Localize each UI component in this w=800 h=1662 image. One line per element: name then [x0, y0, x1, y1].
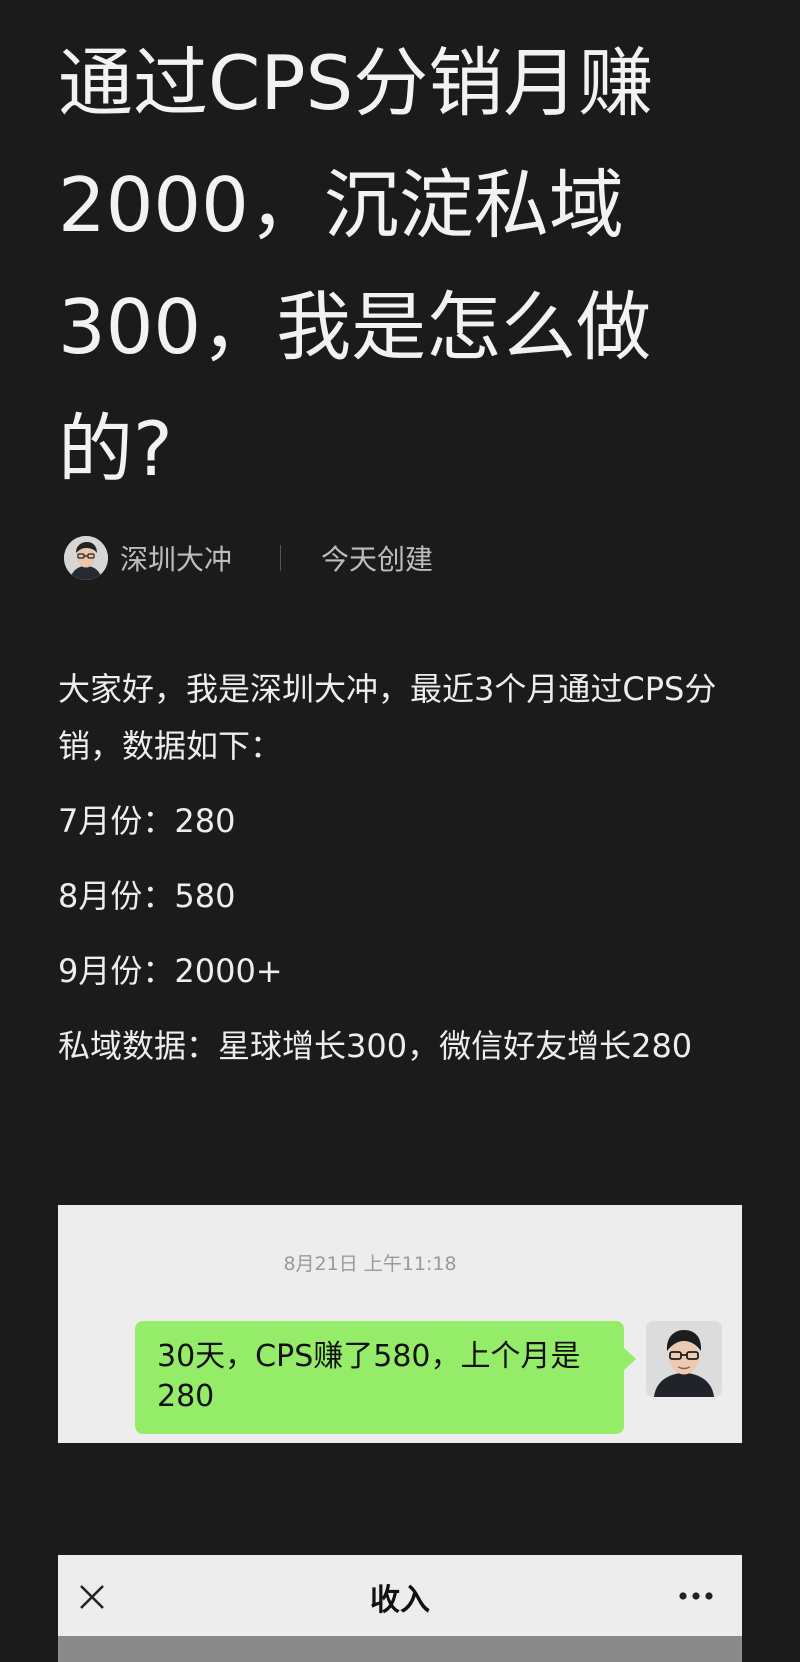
article-meta: 深圳大冲 今天创建: [64, 536, 433, 580]
chat-message-bubble: 30天，CPS赚了580，上个月是280: [135, 1321, 624, 1434]
chat-screenshot: 8月21日 上午11:18 30天，CPS赚了580，上个月是280: [58, 1205, 742, 1443]
article-title-line: 2000，沉淀私域: [58, 161, 624, 249]
august-data: 8月份：580: [58, 877, 236, 915]
article-title-line: 300，我是怎么做: [58, 283, 652, 371]
article-title-line: 通过CPS分销月赚: [58, 39, 654, 127]
article-title-line: 的?: [58, 405, 173, 493]
september-data: 9月份：2000+: [58, 952, 283, 990]
bubble-tail: [624, 1348, 636, 1370]
author-avatar[interactable]: [64, 536, 108, 580]
article-title: 通过CPS分销月赚 2000，沉淀私域 300，我是怎么做 的?: [58, 22, 758, 510]
july-data: 7月份：280: [58, 802, 236, 840]
income-screenshot: 收入: [58, 1555, 742, 1662]
created-time: 今天创建: [321, 543, 434, 576]
income-content-area: [58, 1636, 742, 1662]
meta-divider: [280, 545, 282, 571]
author-name[interactable]: 深圳大冲: [120, 538, 232, 578]
income-page-title: 收入: [370, 1583, 430, 1618]
chat-avatar: [646, 1321, 722, 1397]
more-icon[interactable]: [678, 1591, 714, 1601]
private-domain-data: 私域数据：星球增长300，微信好友增长280: [58, 1027, 693, 1065]
chat-timestamp: 8月21日 上午11:18: [283, 1253, 457, 1275]
intro-paragraph: 大家好，我是深圳大冲，最近3个月通过CPS分销，数据如下：: [58, 670, 717, 765]
